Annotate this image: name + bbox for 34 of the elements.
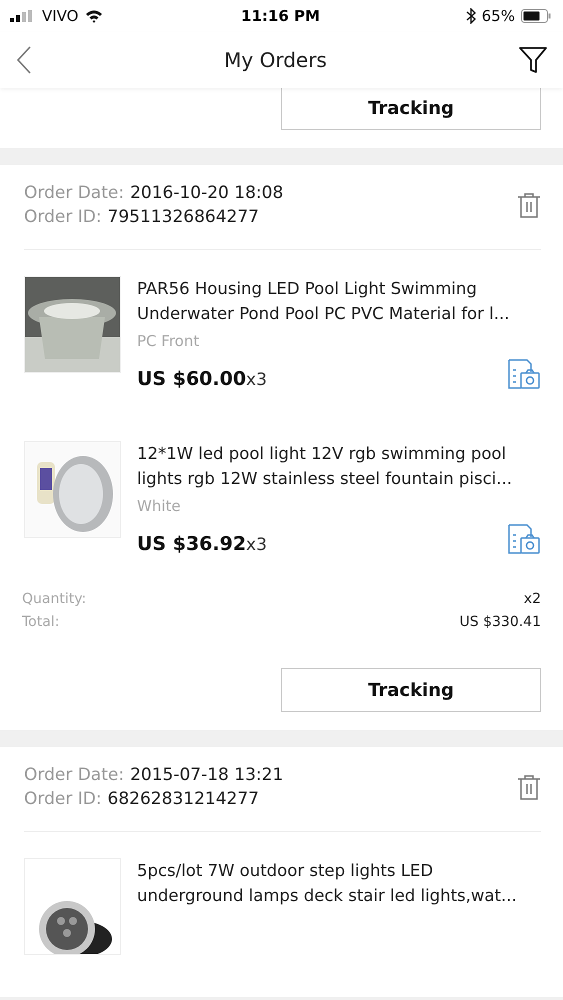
back-icon[interactable] (16, 46, 32, 74)
bluetooth-icon (466, 8, 476, 24)
product-title[interactable]: 12*1W led pool light 12V rgb swimming pool lights rgb 12W stainless steel fountain pisci... (137, 441, 541, 491)
carrier-name: VIVO (42, 7, 78, 25)
tracking-button[interactable]: Tracking (281, 88, 541, 130)
battery-percent: 65% (482, 7, 515, 25)
product-price: US $60.00x3 (137, 368, 267, 390)
battery-icon (520, 9, 551, 23)
page-title: My Orders (224, 48, 327, 72)
field-label: Order ID: (24, 207, 102, 227)
wifi-icon (84, 10, 102, 22)
summary-label: Quantity: (22, 590, 86, 609)
order-date: 2016-10-20 18:08 (130, 183, 284, 203)
order-date: 2015-07-18 13:21 (130, 765, 284, 785)
summary-label: Total: (22, 613, 60, 632)
photo-review-icon[interactable] (507, 358, 541, 390)
product-title[interactable]: 5pcs/lot 7W outdoor step lights LED underground lamps deck stair led lights,wat... (137, 858, 541, 908)
product-variant: White (137, 497, 182, 515)
photo-review-icon[interactable] (507, 523, 541, 555)
field-label: Order Date: (24, 765, 124, 785)
field-label: Order Date: (24, 183, 124, 203)
clock-time: 11:16 PM (241, 7, 320, 25)
product-price: US $36.92x3 (137, 533, 267, 555)
summary-value: US $330.41 (460, 613, 541, 632)
order-id: 68262831214277 (108, 789, 259, 809)
order-id: 79511326864277 (108, 207, 259, 227)
product-variant: PC Front (137, 332, 200, 350)
product-title[interactable]: PAR56 Housing LED Pool Light Swimming Underwater Pond Pool PC PVC Material for l... (137, 276, 541, 326)
filter-icon[interactable] (519, 46, 547, 74)
field-label: Order ID: (24, 789, 102, 809)
trash-icon[interactable] (517, 774, 541, 800)
tracking-button[interactable]: Tracking (281, 668, 541, 712)
trash-icon[interactable] (517, 192, 541, 218)
summary-value: x2 (524, 590, 541, 609)
